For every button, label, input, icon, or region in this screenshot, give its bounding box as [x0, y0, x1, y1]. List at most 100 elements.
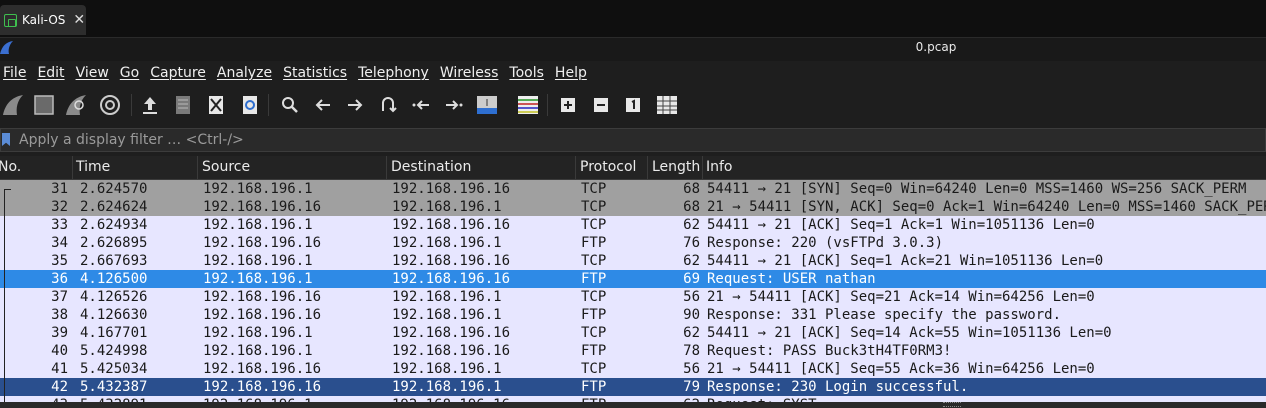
restart-capture-icon[interactable] — [63, 92, 89, 118]
save-file-icon[interactable] — [170, 92, 196, 118]
display-filter-input[interactable] — [19, 130, 1259, 150]
go-first-packet-icon[interactable] — [408, 92, 434, 118]
bookmark-icon[interactable] — [2, 133, 10, 146]
cell-time: 2.624934 — [80, 217, 148, 233]
zoom-in-icon[interactable] — [555, 92, 581, 118]
menu-statistics[interactable]: Statistics — [283, 65, 347, 81]
go-last-packet-icon[interactable] — [441, 92, 467, 118]
window-title: 0.pcap — [0, 40, 1266, 54]
cell-source: 192.168.196.16 — [203, 379, 322, 395]
cell-protocol: FTP — [581, 307, 607, 323]
column-header-time[interactable]: Time — [76, 159, 110, 175]
cell-source: 192.168.196.16 — [203, 289, 322, 305]
menu-go[interactable]: Go — [120, 65, 139, 81]
cell-protocol: TCP — [581, 361, 607, 377]
cell-time: 2.624624 — [80, 199, 148, 215]
table-row[interactable]: 36 4.126500 192.168.196.1 192.168.196.16… — [0, 270, 1266, 288]
close-icon[interactable]: ✕ — [73, 12, 85, 28]
table-row[interactable]: 35 2.667693 192.168.196.1 192.168.196.16… — [0, 252, 1266, 270]
table-row[interactable]: 37 4.126526 192.168.196.16 192.168.196.1… — [0, 288, 1266, 306]
cell-info: Response: 220 (vsFTPd 3.0.3) — [707, 235, 944, 251]
cell-protocol: TCP — [581, 181, 607, 197]
table-row[interactable]: 38 4.126630 192.168.196.16 192.168.196.1… — [0, 306, 1266, 324]
column-header-no[interactable]: No. — [0, 159, 21, 175]
window-title-text: 0.pcap — [915, 40, 957, 54]
cell-protocol: FTP — [581, 271, 607, 287]
cell-time: 2.624570 — [80, 181, 148, 197]
cell-info: 54411 → 21 [SYN] Seq=0 Win=64240 Len=0 M… — [707, 181, 1247, 197]
normal-size-icon[interactable] — [620, 92, 646, 118]
conversation-start-indicator — [4, 189, 11, 190]
column-header-info[interactable]: Info — [706, 159, 733, 175]
table-row[interactable]: 39 4.167701 192.168.196.1 192.168.196.16… — [0, 324, 1266, 342]
packet-rows: 31 2.624570 192.168.196.1 192.168.196.16… — [0, 180, 1266, 408]
horizontal-scrollbar[interactable] — [0, 402, 1266, 408]
capture-options-icon[interactable] — [97, 92, 123, 118]
scrollbar-grip-icon[interactable] — [943, 402, 961, 407]
cell-time: 5.425034 — [80, 361, 148, 377]
column-divider[interactable] — [575, 156, 576, 179]
cell-time: 4.126500 — [80, 271, 148, 287]
go-forward-icon[interactable] — [342, 92, 368, 118]
menu-capture[interactable]: Capture — [150, 65, 206, 81]
cell-protocol: FTP — [581, 379, 607, 395]
menu-wireless[interactable]: Wireless — [440, 65, 499, 81]
column-header-destination[interactable]: Destination — [391, 159, 471, 175]
cell-length: 79 — [683, 379, 700, 395]
menu-view[interactable]: View — [76, 65, 109, 81]
table-row[interactable]: 42 5.432387 192.168.196.16 192.168.196.1… — [0, 378, 1266, 396]
reload-file-icon[interactable] — [237, 92, 263, 118]
os-tab[interactable]: Kali-OS ✕ — [0, 5, 86, 35]
cell-length: 62 — [683, 325, 700, 341]
table-row[interactable]: 40 5.424998 192.168.196.1 192.168.196.16… — [0, 342, 1266, 360]
cell-info: Response: 331 Please specify the passwor… — [707, 307, 1062, 323]
cell-no: 42 — [51, 379, 68, 395]
start-capture-icon[interactable] — [0, 92, 26, 118]
column-header-source[interactable]: Source — [202, 159, 250, 175]
cell-info: 54411 → 21 [ACK] Seq=1 Ack=1 Win=1051136… — [707, 217, 1095, 233]
column-divider[interactable] — [647, 156, 648, 179]
go-to-packet-icon[interactable] — [375, 92, 401, 118]
cell-destination: 192.168.196.16 — [392, 343, 511, 359]
stop-capture-icon[interactable] — [31, 92, 57, 118]
cell-protocol: TCP — [581, 199, 607, 215]
menu-telephony[interactable]: Telephony — [358, 65, 429, 81]
autoscroll-icon[interactable] — [474, 92, 500, 118]
cell-time: 2.626895 — [80, 235, 148, 251]
menu-tools[interactable]: Tools — [509, 65, 544, 81]
column-divider[interactable] — [72, 156, 73, 179]
column-divider[interactable] — [702, 156, 703, 179]
resize-columns-icon[interactable] — [654, 92, 680, 118]
cell-time: 4.126630 — [80, 307, 148, 323]
table-row[interactable]: 31 2.624570 192.168.196.1 192.168.196.16… — [0, 180, 1266, 198]
menu-analyze[interactable]: Analyze — [217, 65, 272, 81]
close-file-icon[interactable] — [203, 92, 229, 118]
cell-info: Request: USER nathan — [707, 271, 876, 287]
table-row[interactable]: 34 2.626895 192.168.196.16 192.168.196.1… — [0, 234, 1266, 252]
menu-edit[interactable]: Edit — [37, 65, 64, 81]
open-file-icon[interactable] — [137, 92, 163, 118]
column-header-protocol[interactable]: Protocol — [580, 159, 636, 175]
go-back-icon[interactable] — [310, 92, 336, 118]
colorize-icon[interactable] — [515, 92, 541, 118]
table-row[interactable]: 33 2.624934 192.168.196.1 192.168.196.16… — [0, 216, 1266, 234]
cell-length: 78 — [683, 343, 700, 359]
column-divider[interactable] — [197, 156, 198, 179]
cell-no: 34 — [51, 235, 68, 251]
find-packet-icon[interactable] — [277, 92, 303, 118]
column-divider[interactable] — [386, 156, 387, 179]
menu-help[interactable]: Help — [555, 65, 587, 81]
cell-info: 21 → 54411 [ACK] Seq=21 Ack=14 Win=64256… — [707, 289, 1095, 305]
terminal-window-icon — [4, 13, 17, 27]
zoom-out-icon[interactable] — [588, 92, 614, 118]
cell-length: 69 — [683, 271, 700, 287]
cell-source: 192.168.196.1 — [203, 271, 313, 287]
table-row[interactable]: 41 5.425034 192.168.196.16 192.168.196.1… — [0, 360, 1266, 378]
table-row[interactable]: 32 2.624624 192.168.196.16 192.168.196.1… — [0, 198, 1266, 216]
column-header-length[interactable]: Length — [652, 159, 700, 175]
cell-destination: 192.168.196.1 — [392, 235, 502, 251]
menu-file[interactable]: File — [3, 65, 26, 81]
cell-destination: 192.168.196.1 — [392, 199, 502, 215]
cell-time: 4.167701 — [80, 325, 148, 341]
display-filter-bar — [0, 128, 1266, 152]
